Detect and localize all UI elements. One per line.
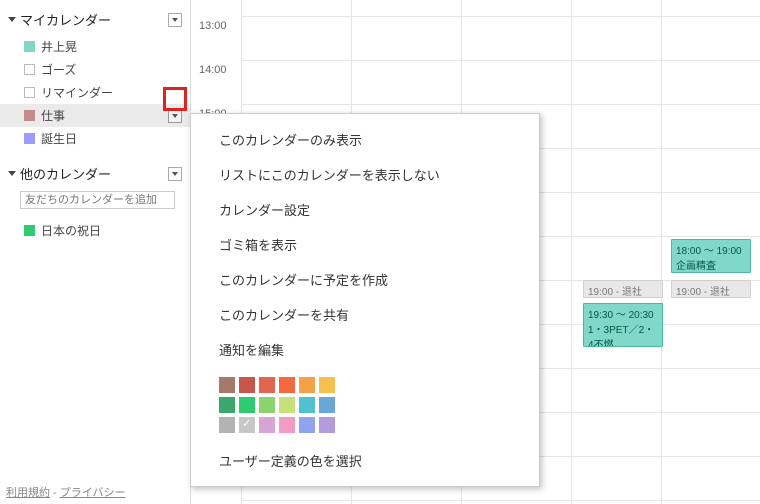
color-swatch[interactable] — [279, 417, 295, 433]
calendar-item-label: 誕生日 — [41, 130, 77, 147]
menu-item[interactable]: 通知を編集 — [191, 332, 539, 367]
event-time: 19:00 - 退社 — [588, 283, 658, 298]
event-title: 1・3PET／2・4不燃 — [588, 321, 658, 347]
terms-link[interactable]: 利用規約 — [6, 487, 50, 499]
menu-item[interactable]: このカレンダーを共有 — [191, 297, 539, 332]
add-calendar-input[interactable] — [20, 191, 175, 209]
calendar-color-swatch[interactable] — [24, 41, 35, 52]
event-title: 企画精査 — [676, 257, 746, 272]
time-label: 13:00 — [199, 20, 227, 32]
calendar-color-swatch[interactable] — [24, 110, 35, 121]
sidebar: マイカレンダー 井上晃ゴーズリマインダー仕事誕生日 他のカレンダー 日本の祝日 … — [0, 0, 190, 504]
menu-item[interactable]: カレンダー設定 — [191, 192, 539, 227]
event-block[interactable]: 18:00 ～ 19:00企画精査 — [671, 239, 751, 273]
color-swatch[interactable] — [279, 397, 295, 413]
calendar-item-label: 日本の祝日 — [41, 222, 101, 239]
event-block[interactable]: 19:00 - 退社 — [671, 280, 751, 298]
calendar-item[interactable]: 仕事 — [0, 104, 190, 127]
my-calendars-title: マイカレンダー — [20, 10, 111, 29]
other-calendars-title: 他のカレンダー — [20, 164, 111, 183]
calendar-item[interactable]: リマインダー — [0, 81, 190, 104]
calendar-item[interactable]: 井上晃 — [0, 35, 190, 58]
other-calendars-menu-button[interactable] — [168, 167, 182, 181]
other-calendars-header[interactable]: 他のカレンダー — [0, 160, 190, 187]
collapse-icon — [8, 171, 16, 176]
color-swatch[interactable] — [219, 397, 235, 413]
color-swatch[interactable] — [319, 397, 335, 413]
color-swatch[interactable] — [299, 397, 315, 413]
menu-item[interactable]: このカレンダーのみ表示 — [191, 122, 539, 157]
add-calendar-field[interactable] — [20, 191, 182, 209]
color-swatch[interactable] — [319, 417, 335, 433]
event-block[interactable]: 19:00 - 退社 — [583, 280, 663, 298]
color-swatch[interactable] — [259, 397, 275, 413]
color-swatch-grid — [191, 367, 539, 443]
calendar-item[interactable]: 日本の祝日 — [0, 219, 190, 242]
my-calendars-list: 井上晃ゴーズリマインダー仕事誕生日 — [0, 33, 190, 160]
event-block[interactable]: 19:30 ～ 20:301・3PET／2・4不燃 — [583, 303, 663, 347]
calendar-item-label: ゴーズ — [41, 61, 76, 78]
color-swatch[interactable] — [299, 417, 315, 433]
event-time: 18:00 ～ 19:00 — [676, 242, 746, 257]
collapse-icon — [8, 17, 16, 22]
chevron-down-icon — [172, 172, 178, 176]
menu-item[interactable]: ゴミ箱を表示 — [191, 227, 539, 262]
calendar-color-swatch[interactable] — [24, 64, 35, 75]
calendar-color-swatch[interactable] — [24, 225, 35, 236]
color-swatch[interactable] — [319, 377, 335, 393]
calendar-item[interactable]: 誕生日 — [0, 127, 190, 150]
calendar-item-label: 仕事 — [41, 107, 65, 124]
chevron-down-icon — [172, 18, 178, 22]
color-swatch[interactable] — [299, 377, 315, 393]
color-swatch[interactable] — [279, 377, 295, 393]
color-swatch[interactable] — [259, 377, 275, 393]
calendar-item[interactable]: ゴーズ — [0, 58, 190, 81]
calendar-color-swatch[interactable] — [24, 133, 35, 144]
calendar-item-label: リマインダー — [41, 84, 113, 101]
menu-item[interactable]: このカレンダーに予定を作成 — [191, 262, 539, 297]
calendar-color-swatch[interactable] — [24, 87, 35, 98]
color-swatch[interactable] — [239, 377, 255, 393]
privacy-link[interactable]: プライバシー — [60, 487, 126, 499]
color-swatch[interactable] — [259, 417, 275, 433]
calendar-item-menu-button[interactable] — [168, 109, 182, 123]
menu-custom-color[interactable]: ユーザー定義の色を選択 — [191, 443, 539, 478]
color-swatch[interactable] — [239, 397, 255, 413]
calendar-context-menu: このカレンダーのみ表示リストにこのカレンダーを表示しないカレンダー設定ゴミ箱を表… — [190, 113, 540, 487]
event-time: 19:00 - 退社 — [676, 283, 746, 298]
my-calendars-menu-button[interactable] — [168, 13, 182, 27]
chevron-down-icon — [172, 114, 178, 118]
event-time: 19:30 ～ 20:30 — [588, 306, 658, 321]
my-calendars-header[interactable]: マイカレンダー — [0, 6, 190, 33]
color-swatch[interactable] — [219, 417, 235, 433]
footer-links: 利用規約 - プライバシー — [6, 484, 126, 500]
time-label: 14:00 — [199, 64, 227, 76]
other-calendars-list: 日本の祝日 — [0, 217, 190, 252]
calendar-item-label: 井上晃 — [41, 38, 77, 55]
color-swatch[interactable] — [239, 417, 255, 433]
menu-item[interactable]: リストにこのカレンダーを表示しない — [191, 157, 539, 192]
color-swatch[interactable] — [219, 377, 235, 393]
